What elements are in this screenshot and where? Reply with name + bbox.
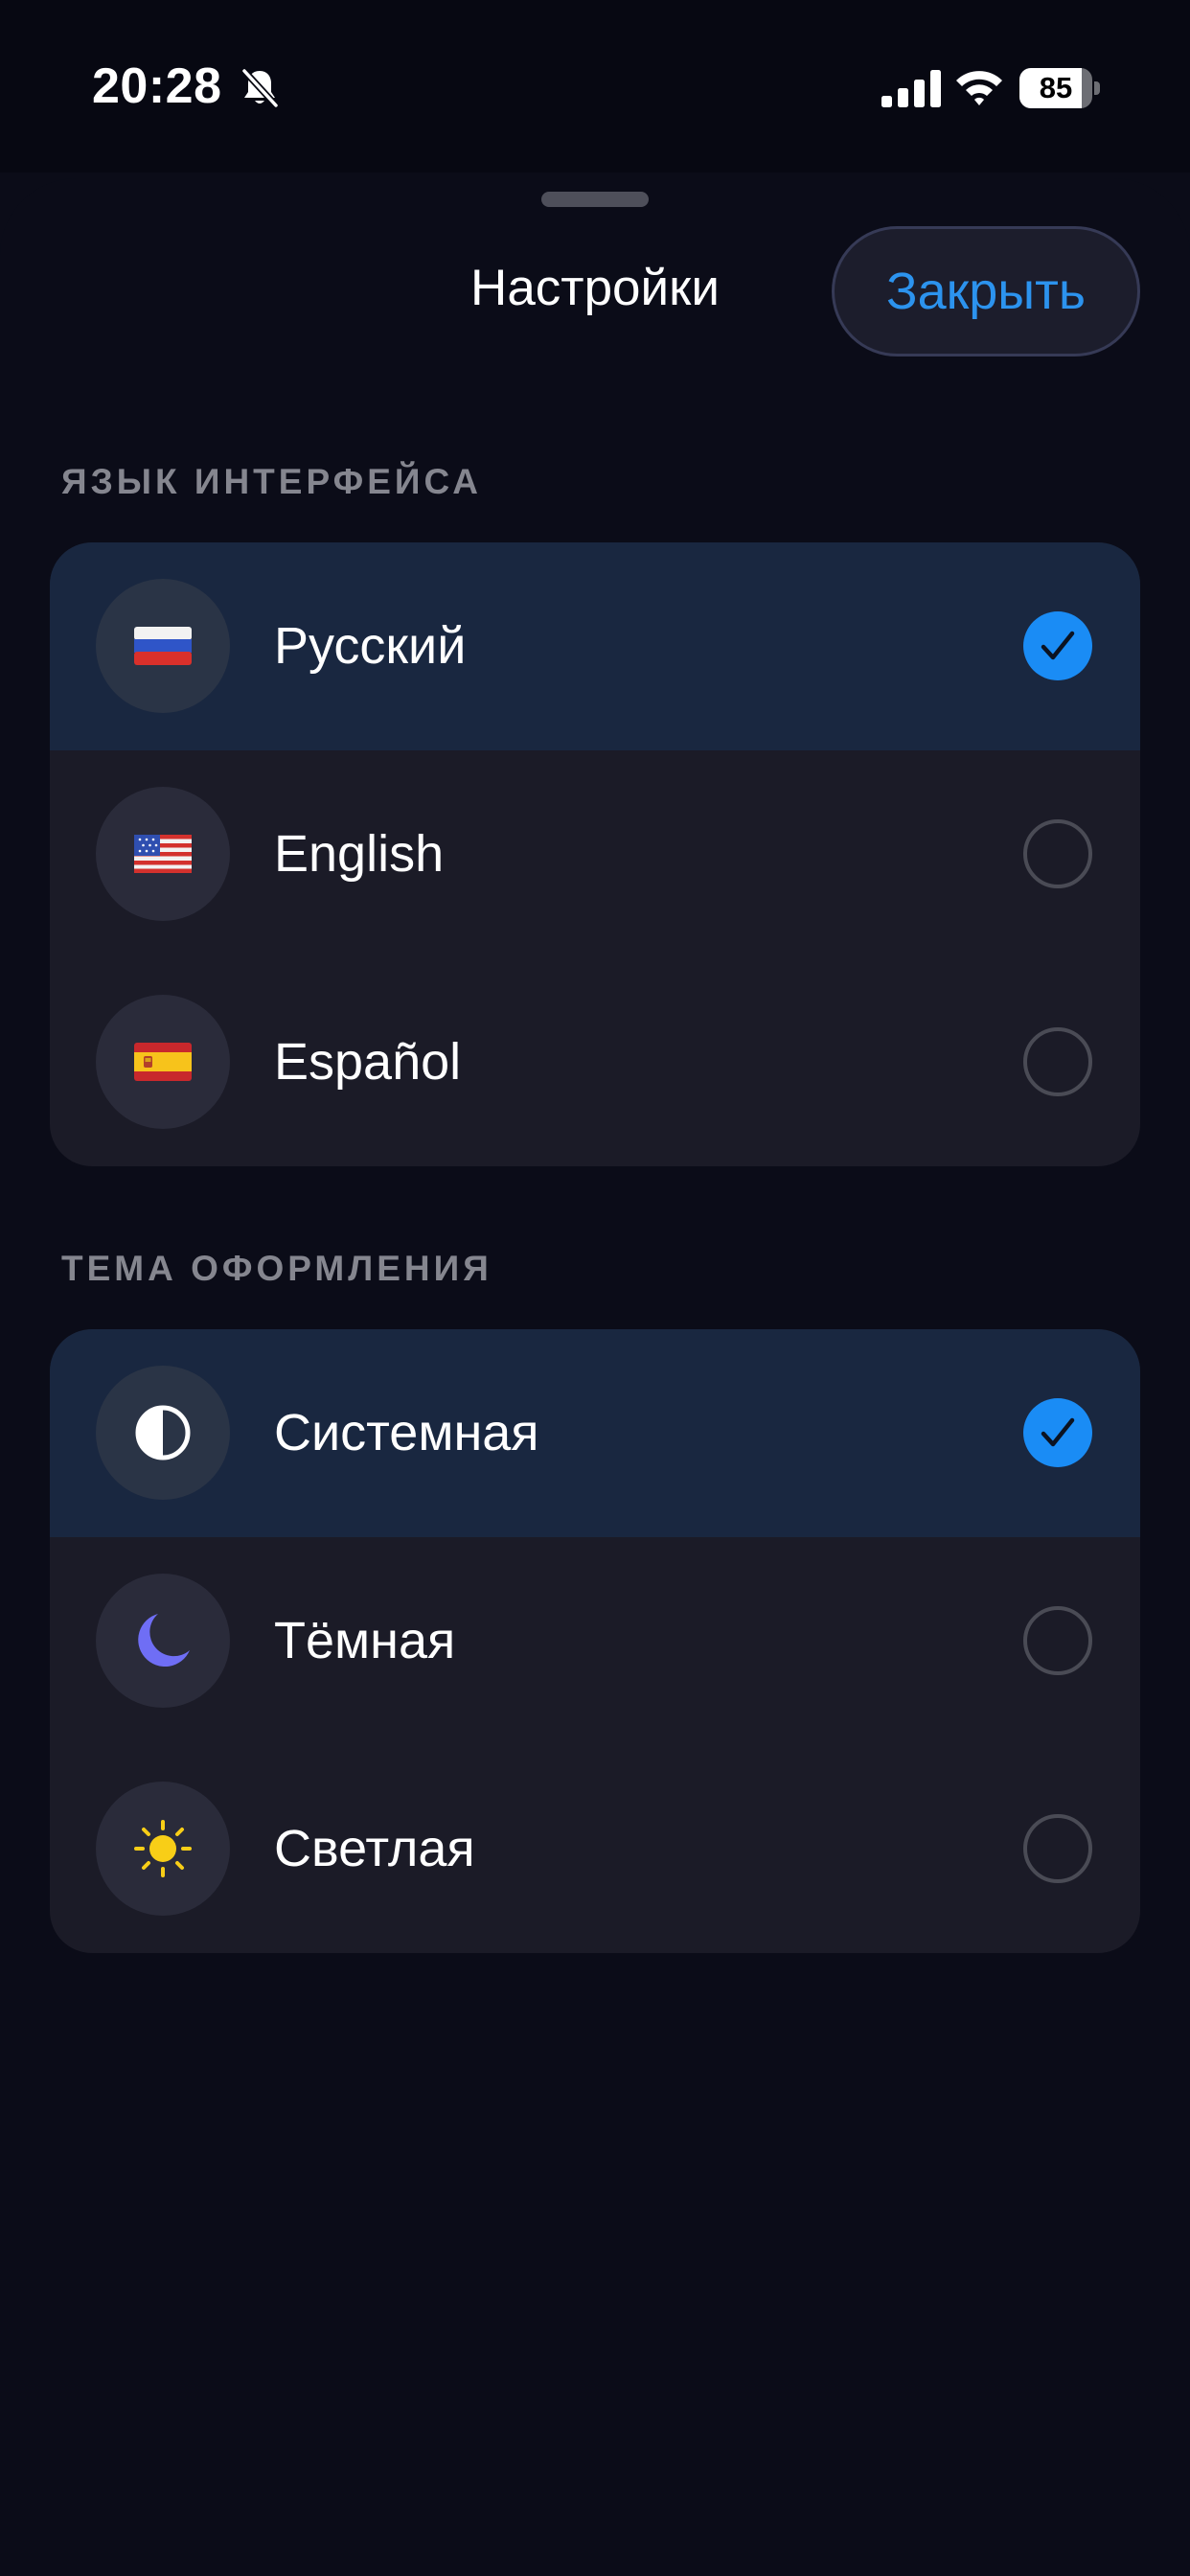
radio-button[interactable] <box>1023 1027 1092 1096</box>
sun-icon <box>134 1820 192 1877</box>
flag-spain-icon <box>134 1043 192 1081</box>
battery-percent: 85 <box>1039 71 1073 104</box>
close-button[interactable]: Закрыть <box>832 226 1140 356</box>
status-bar: 20:28 85 <box>0 0 1190 172</box>
theme-option-system[interactable]: Системная <box>50 1329 1140 1537</box>
language-list: Русский English Español <box>50 542 1140 1166</box>
theme-section-header: ТЕМА ОФОРМЛЕНИЯ <box>61 1249 492 1288</box>
theme-label: Системная <box>274 1404 539 1461</box>
language-section-header: ЯЗЫК ИНТЕРФЕЙСА <box>61 462 483 501</box>
moon-icon <box>138 1614 190 1668</box>
settings-screen: 20:28 85 Настройки Закрыть ЯЗЫК ИНТЕРФЕЙ… <box>0 0 1190 2576</box>
flag-russia-icon <box>134 627 192 665</box>
language-label: English <box>274 825 445 883</box>
wifi-icon <box>956 71 1002 105</box>
language-label: Русский <box>274 617 467 675</box>
checkmark-icon <box>1041 631 1075 660</box>
cellular-signal-icon <box>881 70 941 107</box>
language-option-russian[interactable]: Русский <box>50 542 1140 750</box>
theme-list: Системная Тёмная Светлая <box>50 1329 1140 1953</box>
language-option-spanish[interactable]: Español <box>50 958 1140 1166</box>
theme-label: Светлая <box>274 1820 475 1877</box>
radio-button[interactable] <box>1023 1606 1092 1675</box>
radio-button[interactable] <box>1023 1814 1092 1883</box>
theme-option-light[interactable]: Светлая <box>50 1745 1140 1953</box>
battery-icon: 85 <box>1019 68 1100 108</box>
language-option-english[interactable]: English <box>50 750 1140 958</box>
half-circle-icon <box>135 1405 191 1460</box>
theme-option-dark[interactable]: Тёмная <box>50 1537 1140 1745</box>
theme-label: Тёмная <box>274 1612 456 1669</box>
flag-usa-icon <box>134 835 192 873</box>
radio-button[interactable] <box>1023 1398 1092 1467</box>
checkmark-icon <box>1041 1417 1075 1447</box>
sheet-grabber[interactable] <box>541 192 649 207</box>
radio-button[interactable] <box>1023 611 1092 680</box>
bell-muted-icon <box>241 68 279 108</box>
language-label: Español <box>274 1033 462 1091</box>
radio-button[interactable] <box>1023 819 1092 888</box>
status-time: 20:28 <box>92 58 222 114</box>
